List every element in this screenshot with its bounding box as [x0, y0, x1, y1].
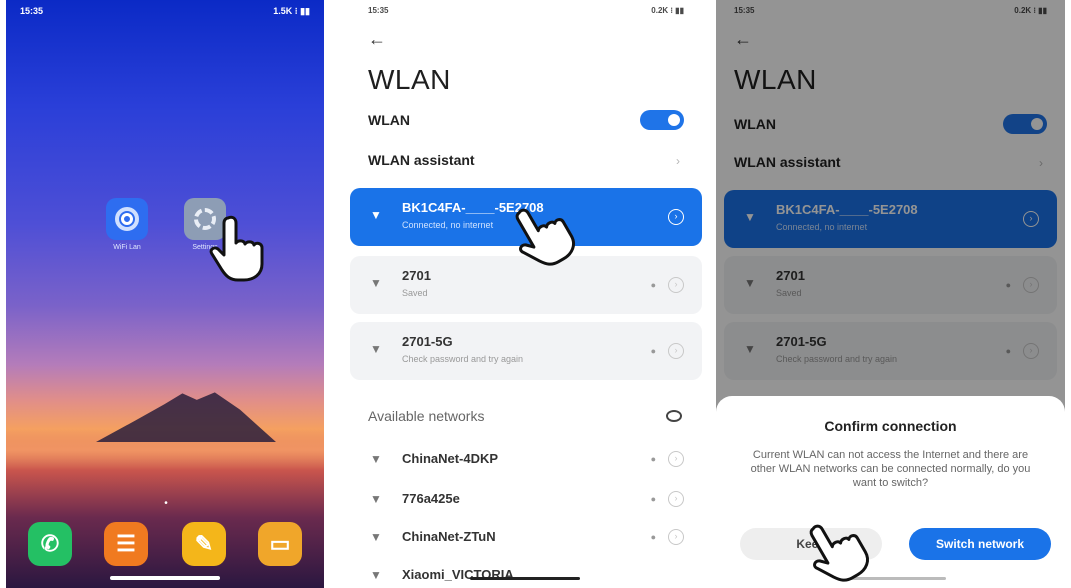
status-icons: 0.2K ⁝ ▮▮ — [651, 6, 684, 15]
tap-hand-icon — [510, 196, 582, 268]
network-name: 2701-5G — [402, 334, 453, 349]
dialog-message: Current WLAN can not access the Internet… — [750, 449, 1031, 489]
network-status: Connected, no internet — [402, 220, 494, 230]
available-network-item[interactable]: ▼ 776a425e ● › — [350, 480, 702, 520]
messages-icon: ▭ — [269, 531, 291, 556]
lock-icon: ● — [650, 280, 656, 290]
network-info-icon[interactable]: › — [668, 491, 684, 507]
network-info-icon[interactable]: › — [668, 451, 684, 467]
wifi-signal-icon: ▼ — [370, 208, 382, 222]
wlan-confirm-screen: 15:35 0.2K ⁝ ▮▮ ← WLAN WLAN WLAN assista… — [716, 0, 1065, 588]
status-time: 15:35 — [368, 6, 389, 15]
available-network-item[interactable]: ▼ Xiaomi_VICTORIA — [350, 556, 702, 588]
switch-network-button[interactable]: Switch network — [909, 528, 1051, 560]
network-status: Check password and try again — [402, 354, 524, 364]
home-gesture-bar[interactable] — [110, 576, 220, 580]
file-manager-icon: ☰ — [116, 531, 136, 556]
chevron-right-icon: › — [676, 154, 680, 168]
status-bar: 15:35 1.5K ⁝ ▮▮ — [20, 6, 310, 20]
network-name: ChinaNet-ZTuN — [402, 529, 496, 544]
page-title: WLAN — [368, 64, 451, 95]
tap-hand-icon — [206, 212, 278, 284]
network-status: Saved — [402, 288, 428, 298]
page-indicator: • — [164, 498, 168, 509]
wlan-settings-screen: 15:35 0.2K ⁝ ▮▮ ← WLAN WLAN WLAN assista… — [350, 0, 702, 588]
network-info-icon[interactable]: › — [668, 277, 684, 293]
status-bar: 15:35 0.2K ⁝ ▮▮ — [368, 6, 684, 15]
lock-icon: ● — [650, 532, 656, 542]
dock-files-app[interactable]: ☰ — [104, 522, 148, 566]
wifi-signal-icon: ▼ — [370, 342, 382, 356]
network-info-icon[interactable]: › — [668, 529, 684, 545]
wlan-toggle-switch[interactable] — [640, 110, 684, 130]
saved-network-2701-5g[interactable]: ▼ 2701-5G Check password and try again ●… — [350, 322, 702, 380]
status-time: 15:35 — [20, 6, 44, 16]
lock-icon: ● — [650, 346, 656, 356]
wifi-lan-app-label: WiFi Lan — [113, 244, 141, 251]
wifi-lan-icon-inner — [121, 213, 133, 225]
network-name: 2701 — [402, 268, 431, 283]
wifi-signal-icon: ▼ — [370, 530, 382, 544]
available-networks-heading: Available networks — [368, 408, 485, 424]
back-arrow-icon[interactable]: ← — [368, 30, 386, 48]
tutorial-stage: 15:35 1.5K ⁝ ▮▮ WiFi Lan Settings • ✆ ☰ … — [0, 0, 1071, 588]
network-name: ChinaNet-4DKP — [402, 451, 499, 466]
wifi-signal-icon: ▼ — [370, 492, 382, 506]
refresh-icon[interactable] — [666, 410, 682, 422]
wifi-lan-app-icon[interactable] — [106, 198, 148, 240]
home-screen: 15:35 1.5K ⁝ ▮▮ WiFi Lan Settings • ✆ ☰ … — [6, 0, 324, 588]
dock-notes-app[interactable]: ✎ — [182, 522, 226, 566]
dock-messages-app[interactable]: ▭ — [258, 522, 302, 566]
home-gesture-bar[interactable] — [470, 577, 580, 580]
dialog-title: Confirm connection — [824, 418, 957, 434]
wlan-toggle-label: WLAN — [368, 112, 410, 128]
available-network-item[interactable]: ▼ ChinaNet-4DKP ● › — [350, 440, 702, 480]
dock-phone-app[interactable]: ✆ — [28, 522, 72, 566]
confirm-connection-dialog: Confirm connection Current WLAN can not … — [716, 396, 1065, 588]
phone-icon: ✆ — [40, 531, 60, 556]
notes-icon: ✎ — [194, 531, 214, 556]
wifi-signal-icon: ▼ — [370, 452, 382, 466]
network-name: 776a425e — [402, 491, 460, 506]
wifi-signal-icon: ▼ — [370, 568, 382, 582]
network-info-icon[interactable]: › — [668, 209, 684, 225]
tap-hand-icon — [804, 512, 876, 584]
wifi-signal-icon: ▼ — [370, 276, 382, 290]
lock-icon: ● — [650, 454, 656, 464]
available-network-item[interactable]: ▼ ChinaNet-ZTuN ● › — [350, 518, 702, 558]
status-icons: 1.5K ⁝ ▮▮ — [273, 6, 310, 16]
wlan-assistant-row[interactable]: WLAN assistant — [368, 152, 475, 168]
lock-icon: ● — [650, 494, 656, 504]
network-info-icon[interactable]: › — [668, 343, 684, 359]
